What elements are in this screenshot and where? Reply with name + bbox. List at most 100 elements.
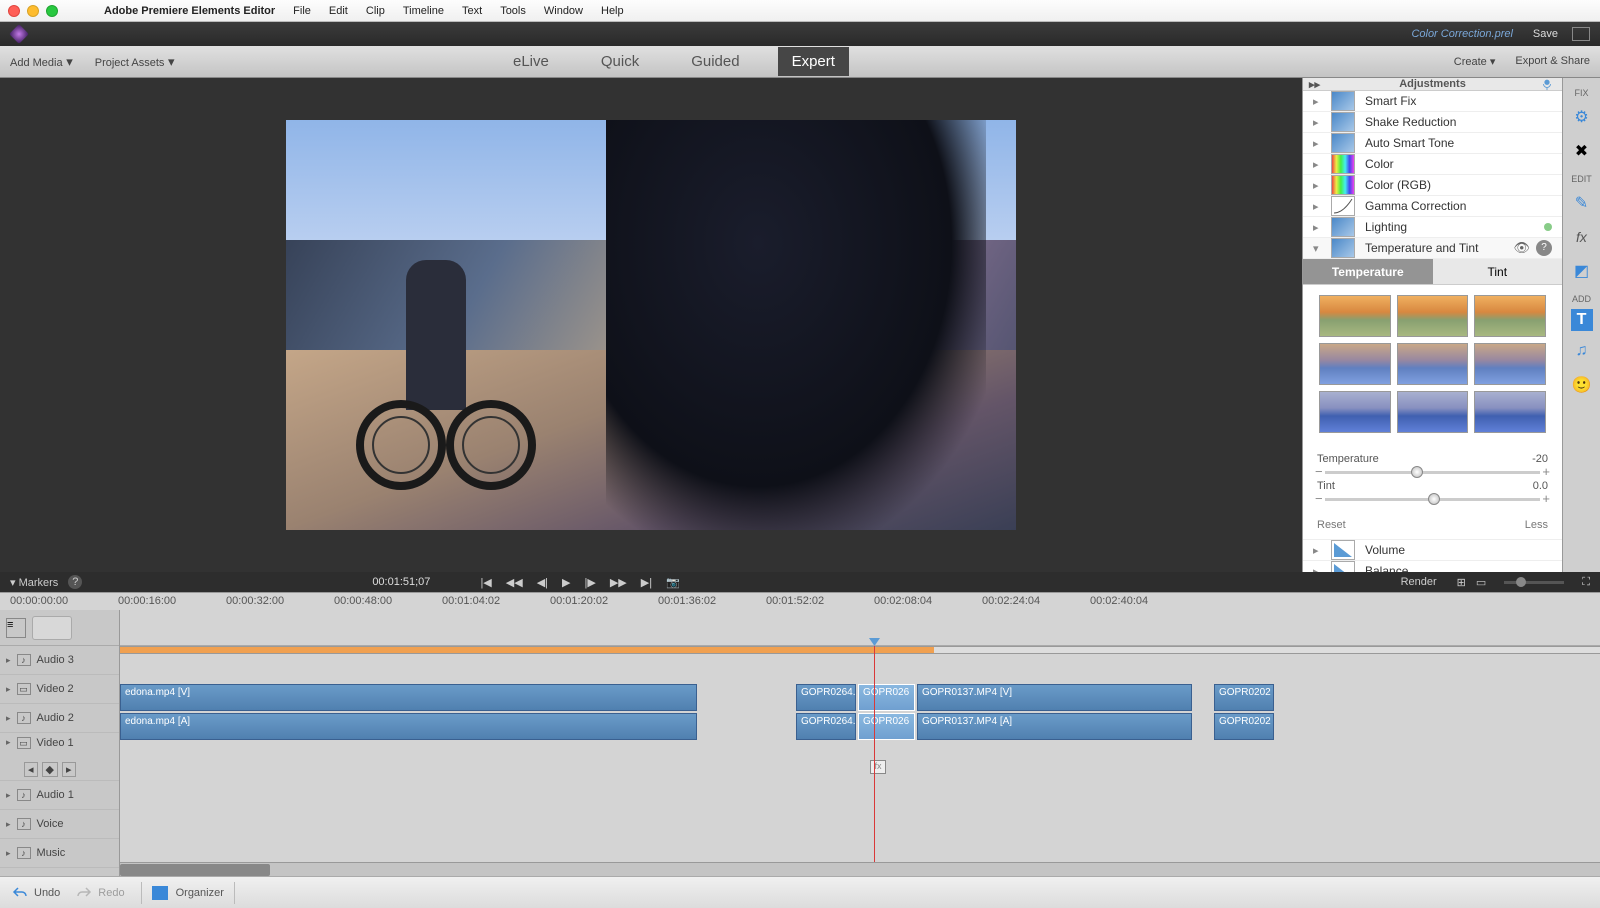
- adjust-shake-reduction[interactable]: ▸Shake Reduction: [1303, 112, 1562, 133]
- video-preview-frame[interactable]: [286, 120, 1016, 530]
- timeline-content[interactable]: edona.mp4 [V] GOPR0264. GOPR026 GOPR0137…: [120, 610, 1600, 876]
- clip-audio[interactable]: GOPR0137.MP4 [A]: [917, 713, 1192, 740]
- menu-window[interactable]: Window: [544, 5, 583, 17]
- help-icon[interactable]: ?: [1536, 240, 1552, 256]
- safe-margins-icon[interactable]: ▭: [1476, 576, 1486, 589]
- adjust-balance[interactable]: ▸Balance: [1303, 561, 1562, 572]
- timeline-scrollbar[interactable]: [120, 862, 1600, 876]
- preset-9[interactable]: [1474, 391, 1546, 433]
- next-edit-icon[interactable]: ▶▶: [610, 576, 627, 589]
- adjust-lighting[interactable]: ▸Lighting: [1303, 217, 1562, 238]
- track-header-video1[interactable]: ▸▭Video 1◂◆▸: [0, 733, 119, 781]
- pen-tool-icon[interactable]: ✎: [1568, 189, 1596, 217]
- markers-dropdown[interactable]: ▾ Markers: [10, 576, 58, 589]
- track-header-music[interactable]: ▸♪Music: [0, 839, 119, 868]
- track-prev-icon[interactable]: ◂: [24, 762, 38, 777]
- track-header-audio1[interactable]: ▸♪Audio 1: [0, 781, 119, 810]
- clip-audio[interactable]: GOPR0264.: [796, 713, 856, 740]
- add-media-button[interactable]: Add Media ▾: [10, 54, 73, 70]
- preset-5[interactable]: [1397, 343, 1469, 385]
- tab-quick[interactable]: Quick: [587, 47, 653, 76]
- menu-edit[interactable]: Edit: [329, 5, 348, 17]
- effects-tool-icon[interactable]: ✖: [1568, 137, 1596, 165]
- reset-button[interactable]: Reset: [1317, 519, 1346, 531]
- visibility-icon[interactable]: 👁: [1513, 240, 1530, 256]
- adjustments-tool-icon[interactable]: ⚙: [1568, 103, 1596, 131]
- undo-button[interactable]: Undo: [12, 885, 60, 901]
- track-header-voice[interactable]: ▸♪Voice: [0, 810, 119, 839]
- close-window-icon[interactable]: [8, 5, 20, 17]
- tab-expert[interactable]: Expert: [778, 47, 849, 76]
- preset-6[interactable]: [1474, 343, 1546, 385]
- playhead[interactable]: [874, 646, 875, 862]
- track-header-audio2[interactable]: ▸♪Audio 2: [0, 704, 119, 733]
- display-toggle-icon[interactable]: ⊞: [1457, 576, 1466, 589]
- organizer-button[interactable]: Organizer: [141, 882, 235, 904]
- preset-3[interactable]: [1474, 295, 1546, 337]
- preset-1[interactable]: [1319, 295, 1391, 337]
- tab-temperature[interactable]: Temperature: [1303, 259, 1433, 285]
- music-tool-icon[interactable]: ♫: [1568, 337, 1596, 365]
- create-button[interactable]: Create ▾: [1454, 55, 1496, 68]
- menu-text[interactable]: Text: [462, 5, 482, 17]
- menu-clip[interactable]: Clip: [366, 5, 385, 17]
- preset-7[interactable]: [1319, 391, 1391, 433]
- menu-file[interactable]: File: [293, 5, 311, 17]
- clip-video[interactable]: GOPR0202: [1214, 684, 1274, 711]
- panel-collapse-icon[interactable]: ▸▸: [1309, 78, 1320, 91]
- prev-edit-icon[interactable]: ◀◀: [506, 576, 523, 589]
- adjust-color[interactable]: ▸Color: [1303, 154, 1562, 175]
- track-keyframe-icon[interactable]: ◆: [42, 762, 58, 777]
- goto-start-icon[interactable]: |◀: [480, 576, 491, 589]
- adjust-volume[interactable]: ▸Volume: [1303, 540, 1562, 561]
- less-button[interactable]: Less: [1525, 519, 1548, 531]
- narration-button[interactable]: [32, 616, 72, 640]
- help-marker-icon[interactable]: ?: [68, 575, 82, 589]
- work-area-bar[interactable]: [120, 646, 1600, 654]
- graphics-tool-icon[interactable]: 🙂: [1568, 371, 1596, 399]
- home-icon[interactable]: [1572, 27, 1590, 41]
- zoom-window-icon[interactable]: [46, 5, 58, 17]
- adjust-gamma[interactable]: ▸Gamma Correction: [1303, 196, 1562, 217]
- save-button[interactable]: Save: [1533, 28, 1558, 40]
- timeline-tools-icon[interactable]: ≡: [6, 618, 26, 638]
- render-button[interactable]: Render: [1401, 576, 1437, 588]
- preset-4[interactable]: [1319, 343, 1391, 385]
- track-header-video2[interactable]: ▸▭Video 2: [0, 675, 119, 704]
- voice-icon[interactable]: [1540, 78, 1554, 91]
- clip-video-selected[interactable]: GOPR026: [858, 684, 915, 711]
- tint-slider[interactable]: −+: [1325, 498, 1540, 501]
- timeline-ruler[interactable]: 00:00:00:00 00:00:16:00 00:00:32:00 00:0…: [0, 592, 1600, 610]
- clip-audio-selected[interactable]: GOPR026: [858, 713, 915, 740]
- current-timecode[interactable]: 00:01:51;07: [372, 576, 430, 588]
- goto-end-icon[interactable]: ▶|: [641, 576, 652, 589]
- fx-badge-icon[interactable]: fx: [870, 760, 886, 774]
- minimize-window-icon[interactable]: [27, 5, 39, 17]
- transitions-tool-icon[interactable]: ◩: [1568, 257, 1596, 285]
- preset-8[interactable]: [1397, 391, 1469, 433]
- titles-tool-icon[interactable]: T: [1571, 309, 1593, 331]
- redo-button[interactable]: Redo: [76, 885, 124, 901]
- app-name[interactable]: Adobe Premiere Elements Editor: [104, 5, 275, 17]
- track-header-audio3[interactable]: ▸♪Audio 3: [0, 646, 119, 675]
- zoom-slider[interactable]: [1504, 581, 1564, 584]
- clip-video[interactable]: edona.mp4 [V]: [120, 684, 697, 711]
- export-share-button[interactable]: Export & Share: [1515, 55, 1590, 68]
- menu-help[interactable]: Help: [601, 5, 624, 17]
- fullscreen-icon[interactable]: ⛶: [1582, 576, 1590, 589]
- clip-audio[interactable]: edona.mp4 [A]: [120, 713, 697, 740]
- clip-video[interactable]: GOPR0264.: [796, 684, 856, 711]
- adjust-color-rgb[interactable]: ▸Color (RGB): [1303, 175, 1562, 196]
- tab-tint[interactable]: Tint: [1433, 259, 1563, 285]
- fx-tool-icon[interactable]: fx: [1568, 223, 1596, 251]
- clip-video[interactable]: GOPR0137.MP4 [V]: [917, 684, 1192, 711]
- clip-audio[interactable]: GOPR0202: [1214, 713, 1274, 740]
- adjust-smart-fix[interactable]: ▸Smart Fix: [1303, 91, 1562, 112]
- step-fwd-icon[interactable]: |▶: [584, 576, 595, 589]
- adjust-auto-smart-tone[interactable]: ▸Auto Smart Tone: [1303, 133, 1562, 154]
- tab-guided[interactable]: Guided: [677, 47, 753, 76]
- adjust-temperature-tint[interactable]: ▾Temperature and Tint👁?: [1303, 238, 1562, 259]
- preset-2[interactable]: [1397, 295, 1469, 337]
- menu-timeline[interactable]: Timeline: [403, 5, 444, 17]
- project-assets-button[interactable]: Project Assets ▾: [95, 54, 175, 70]
